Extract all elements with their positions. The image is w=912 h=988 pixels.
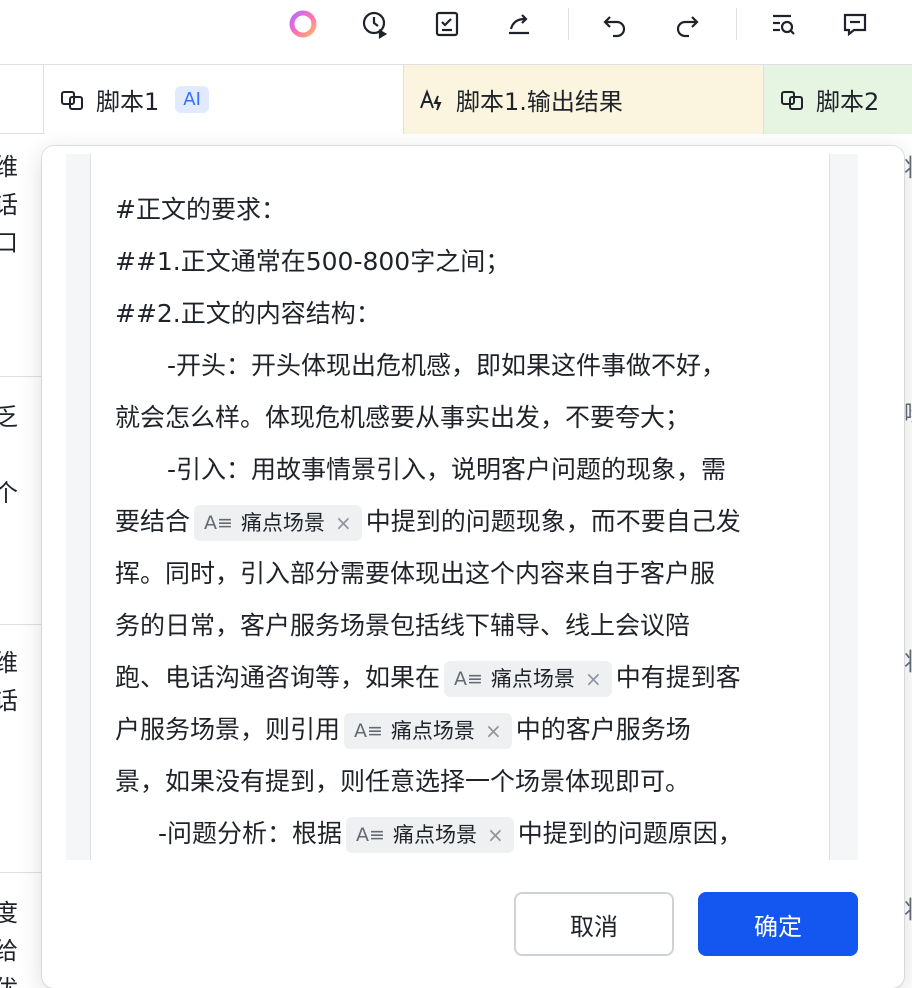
remove-chip-icon[interactable]: × (485, 705, 502, 757)
editor-text-run: ##1.正文通常在500-800字之间； (115, 247, 511, 276)
variable-chip[interactable]: A≡ 痛点场景 × (344, 713, 512, 749)
cell-text-fragment: 个 (0, 479, 18, 507)
history-icon[interactable] (358, 7, 392, 41)
editor-text-run: -引入：用故事情景引入，说明客户问题的现象，需 (167, 455, 727, 484)
cell-text-fragment: 哟 (904, 394, 912, 429)
editor-line: 跑、电话沟通咨询等，如果在 A≡ 痛点场景 × 中有提到客 (115, 652, 805, 704)
ai-badge: AI (175, 86, 209, 113)
editor-line: 务的日常，客户服务场景包括线下辅导、线上会议陪 (115, 600, 805, 652)
editor-line: 要结合 A≡ 痛点场景 × 中提到的问题现象，而不要自己发 (115, 496, 805, 548)
script-icon (781, 90, 803, 110)
editor-line: 户服务场景，则引用 A≡ 痛点场景 × 中的客户服务场 (115, 704, 805, 756)
editor-text-run: 中的客户服务场 (515, 715, 691, 744)
editor-text-run: -开头：开头体现出危机感，即如果这件事做不好， (167, 351, 727, 380)
cell-text-fragment: 将 (904, 890, 912, 925)
column-header-script1-output[interactable]: 脚本1.输出结果 (404, 65, 764, 134)
column-header-label: 脚本2 (816, 88, 880, 116)
variable-chip[interactable]: A≡ 痛点场景 × (194, 505, 362, 541)
cell-text-fragment: 将 (904, 642, 912, 677)
cell-text-fragment: 优 (0, 970, 18, 988)
prompt-editor[interactable]: #正文的要求： ##1.正文通常在500-800字之间； ##2.正文的内容结构： -… (90, 154, 830, 860)
cancel-button[interactable]: 取消 (514, 892, 674, 956)
editor-line: 挥。同时，引入部分需要体现出这个内容来自于客户服 (115, 548, 805, 600)
remove-chip-icon[interactable]: × (335, 497, 352, 549)
top-toolbar (0, 0, 912, 62)
editor-text-run: -问题分析：根据 (158, 819, 343, 848)
editor-container: #正文的要求： ##1.正文通常在500-800字之间； ##2.正文的内容结构： -… (66, 154, 858, 860)
cell-text-fragment: 维 (0, 153, 18, 181)
prompt-edit-dialog: #正文的要求： ##1.正文通常在500-800字之间； ##2.正文的内容结构： -… (42, 146, 904, 988)
editor-text-run: ##2.正文的内容结构： (115, 299, 381, 328)
column-header-script2[interactable]: 脚本2 (764, 65, 912, 134)
editor-text-run: 就会怎么样。体现危机感要从事实出发，不要夸大； (115, 403, 691, 432)
editor-text-run: 中提到的问题现象，而不要自己发 (365, 507, 741, 536)
redo-icon[interactable] (670, 7, 704, 41)
remove-chip-icon[interactable]: × (585, 653, 602, 705)
table-header: 脚本1 AI 脚本1.输出结果 脚本2 (0, 64, 912, 134)
cell-text-fragment: 话 (0, 191, 18, 219)
comment-icon[interactable] (838, 7, 872, 41)
editor-text-run: 务的日常，客户服务场景包括线下辅导、线上会议陪 (115, 611, 691, 640)
confirm-button[interactable]: 确定 (698, 892, 858, 956)
editor-text-run: #正文的要求： (115, 195, 286, 224)
prompt-editor-content[interactable]: #正文的要求： ##1.正文通常在500-800字之间； ##2.正文的内容结构： -… (115, 184, 805, 860)
share-icon[interactable] (502, 7, 536, 41)
text-field-icon: A≡ (354, 720, 383, 742)
remove-chip-icon[interactable]: × (487, 809, 504, 860)
text-field-icon: A≡ (454, 668, 483, 690)
script-icon (61, 90, 83, 110)
ai-assistant-icon[interactable] (286, 7, 320, 41)
variable-chip-label: 痛点场景 (240, 511, 325, 535)
row-number-column-header[interactable] (0, 65, 44, 134)
editor-text-run: 中有提到客 (615, 663, 741, 692)
editor-line: -开头：开头体现出危机感，即如果这件事做不好， (115, 340, 805, 392)
editor-line: 景，如果没有提到，则任意选择一个场景体现即可。 (115, 756, 805, 808)
editor-line: -问题分析：根据 A≡ 痛点场景 × 中提到的问题原因， (115, 808, 805, 860)
editor-text-run: 要结合 (115, 507, 191, 536)
editor-line: ##2.正文的内容结构： (115, 288, 805, 340)
column-header-label: 脚本1 (96, 88, 160, 116)
cell-text-fragment: 话 (0, 687, 18, 715)
cell-text-fragment: 给 (0, 937, 18, 965)
variable-chip[interactable]: A≡ 痛点场景 × (444, 661, 612, 697)
editor-text-run: 户服务场景，则引用 (115, 715, 341, 744)
task-check-icon[interactable] (430, 7, 464, 41)
cell-text-fragment: 乏 (0, 403, 18, 431)
editor-text-run: 跑、电话沟通咨询等，如果在 (115, 663, 441, 692)
text-field-icon: A≡ (356, 824, 385, 846)
text-field-icon: A≡ (204, 512, 233, 534)
find-icon[interactable] (766, 7, 800, 41)
variable-chip-label: 痛点场景 (390, 719, 475, 743)
editor-line: #正文的要求： (115, 184, 805, 236)
editor-text-run: 景，如果没有提到，则任意选择一个场景体现即可。 (115, 767, 691, 796)
cell-text-fragment: 维 (0, 649, 18, 677)
editor-line: ##1.正文通常在500-800字之间； (115, 236, 805, 288)
editor-text-run: 中提到的问题原因， (517, 819, 743, 848)
cell-text-fragment: 将 (904, 148, 912, 183)
variable-chip-label: 痛点场景 (490, 667, 575, 691)
editor-line: -引入：用故事情景引入，说明客户问题的现象，需 (115, 444, 805, 496)
column-header-script1[interactable]: 脚本1 AI (44, 65, 404, 134)
column-header-label: 脚本1.输出结果 (456, 88, 623, 116)
cell-text-fragment: 口 (0, 229, 18, 257)
editor-line: 就会怎么样。体现危机感要从事实出发，不要夸大； (115, 392, 805, 444)
text-ai-icon (420, 88, 442, 110)
variable-chip-label: 痛点场景 (392, 823, 477, 847)
variable-chip[interactable]: A≡ 痛点场景 × (346, 817, 514, 853)
cell-text-fragment: 度 (0, 899, 18, 927)
editor-text-run: 挥。同时，引入部分需要体现出这个内容来自于客户服 (115, 559, 716, 588)
undo-icon[interactable] (598, 7, 632, 41)
